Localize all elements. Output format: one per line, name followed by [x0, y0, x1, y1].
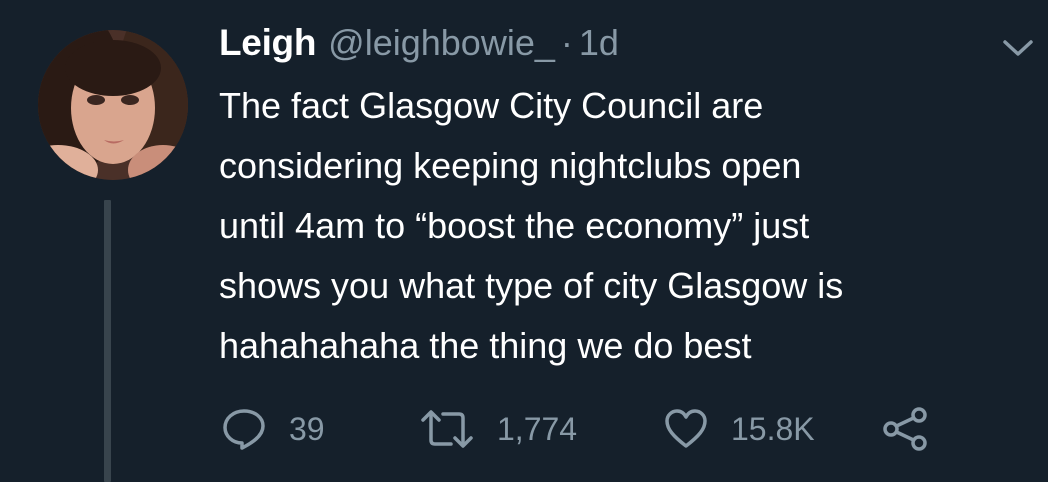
author-name[interactable]: Leigh — [219, 22, 316, 64]
reply-button[interactable]: 39 — [221, 402, 325, 456]
author-handle[interactable]: @leighbowie_ — [328, 22, 555, 64]
thread-line — [104, 200, 111, 482]
tweet-header: Leigh @leighbowie_ · 1d — [219, 22, 619, 68]
reply-count: 39 — [289, 410, 325, 447]
retweet-button[interactable]: 1,774 — [419, 402, 577, 456]
like-count: 15.8K — [731, 410, 815, 447]
tweet-text: The fact Glasgow City Council are consid… — [219, 76, 1019, 376]
share-icon — [881, 406, 929, 452]
more-chevron-icon[interactable] — [1000, 34, 1036, 62]
avatar[interactable] — [38, 30, 188, 180]
tweet-text-line: considering keeping nightclubs open — [219, 145, 802, 186]
tweet-text-line: shows you what type of city Glasgow is — [219, 265, 844, 306]
tweet-text-line: until 4am to “boost the economy” just — [219, 205, 810, 246]
reply-icon — [221, 406, 267, 452]
tweet-text-line: hahahahaha the thing we do best — [219, 325, 752, 366]
tweet-text-line: The fact Glasgow City Council are — [219, 85, 764, 126]
retweet-count: 1,774 — [497, 410, 578, 447]
timestamp[interactable]: 1d — [579, 22, 619, 64]
tweet[interactable]: Leigh @leighbowie_ · 1d The fact Glasgow… — [0, 0, 1048, 482]
separator-dot: · — [560, 22, 573, 63]
like-button[interactable]: 15.8K — [663, 402, 815, 456]
retweet-icon — [419, 406, 475, 452]
share-button[interactable] — [881, 402, 929, 456]
like-icon — [663, 406, 709, 452]
